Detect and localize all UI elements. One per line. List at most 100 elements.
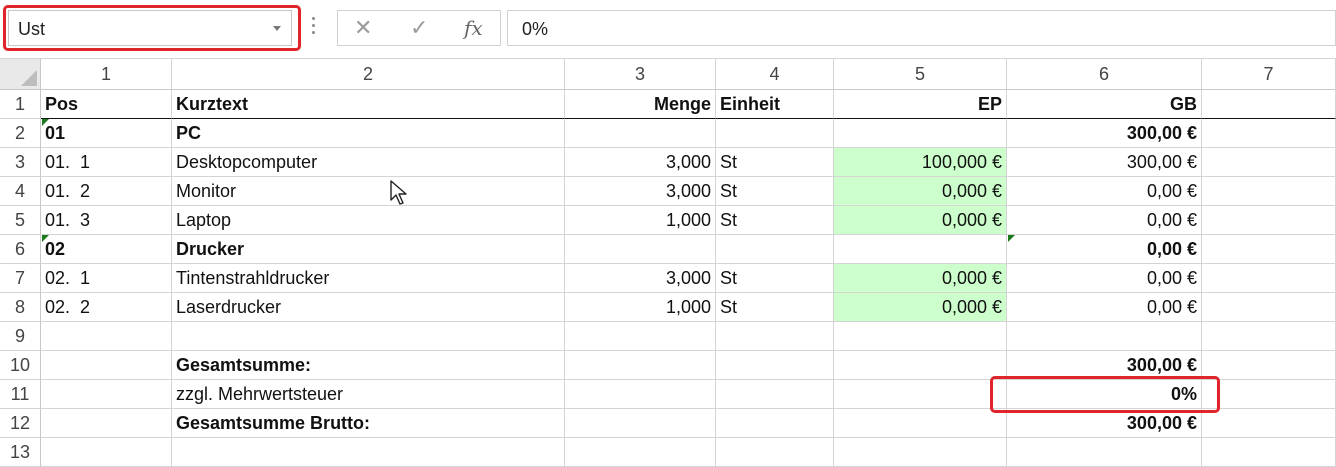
- cell-r9-c5[interactable]: [834, 322, 1007, 351]
- cell-r1-c5[interactable]: EP: [834, 90, 1007, 119]
- row-header-3[interactable]: 3: [0, 148, 41, 177]
- cell-r12-c6[interactable]: 300,00 €: [1007, 409, 1202, 438]
- cell-r5-c3[interactable]: 1,000: [565, 206, 716, 235]
- column-header-4[interactable]: 4: [716, 59, 834, 90]
- cell-r5-c4[interactable]: St: [716, 206, 834, 235]
- cell-r2-c3[interactable]: [565, 119, 716, 148]
- cell-r3-c4[interactable]: St: [716, 148, 834, 177]
- insert-function-icon[interactable]: fx: [464, 16, 483, 40]
- cell-r10-c1[interactable]: [41, 351, 172, 380]
- cell-r5-c6[interactable]: 0,00 €: [1007, 206, 1202, 235]
- name-box[interactable]: Ust: [8, 10, 292, 46]
- cell-r12-c2[interactable]: Gesamtsumme Brutto:: [172, 409, 565, 438]
- cell-r8-c6[interactable]: 0,00 €: [1007, 293, 1202, 322]
- cell-r4-c1[interactable]: 01. 2: [41, 177, 172, 206]
- row-header-10[interactable]: 10: [0, 351, 41, 380]
- cell-r12-c5[interactable]: [834, 409, 1007, 438]
- cell-r1-c6[interactable]: GB: [1007, 90, 1202, 119]
- cell-r4-c3[interactable]: 3,000: [565, 177, 716, 206]
- row-header-4[interactable]: 4: [0, 177, 41, 206]
- cell-r9-c7[interactable]: [1202, 322, 1336, 351]
- cell-r5-c2[interactable]: Laptop: [172, 206, 565, 235]
- row-header-1[interactable]: 1: [0, 90, 41, 119]
- row-header-11[interactable]: 11: [0, 380, 41, 409]
- row-header-9[interactable]: 9: [0, 322, 41, 351]
- cell-r6-c3[interactable]: [565, 235, 716, 264]
- cell-r11-c2[interactable]: zzgl. Mehrwertsteuer: [172, 380, 565, 409]
- cell-r11-c6[interactable]: 0%: [1007, 380, 1202, 409]
- cell-r3-c3[interactable]: 3,000: [565, 148, 716, 177]
- cell-r7-c5[interactable]: 0,000 €: [834, 264, 1007, 293]
- cell-r2-c5[interactable]: [834, 119, 1007, 148]
- cell-r6-c5[interactable]: [834, 235, 1007, 264]
- cell-r9-c3[interactable]: [565, 322, 716, 351]
- cell-r8-c4[interactable]: St: [716, 293, 834, 322]
- cell-r1-c4[interactable]: Einheit: [716, 90, 834, 119]
- cell-r4-c6[interactable]: 0,00 €: [1007, 177, 1202, 206]
- cell-r8-c3[interactable]: 1,000: [565, 293, 716, 322]
- cell-r4-c7[interactable]: [1202, 177, 1336, 206]
- cell-r12-c7[interactable]: [1202, 409, 1336, 438]
- cell-r8-c2[interactable]: Laserdrucker: [172, 293, 565, 322]
- cell-r3-c7[interactable]: [1202, 148, 1336, 177]
- cell-r7-c4[interactable]: St: [716, 264, 834, 293]
- cell-r9-c4[interactable]: [716, 322, 834, 351]
- cell-r2-c1[interactable]: 01: [41, 119, 172, 148]
- cell-r4-c2[interactable]: Monitor: [172, 177, 565, 206]
- row-header-6[interactable]: 6: [0, 235, 41, 264]
- cell-r13-c2[interactable]: [172, 438, 565, 467]
- cell-r12-c3[interactable]: [565, 409, 716, 438]
- cell-r7-c7[interactable]: [1202, 264, 1336, 293]
- cell-r6-c4[interactable]: [716, 235, 834, 264]
- cell-r2-c6[interactable]: 300,00 €: [1007, 119, 1202, 148]
- column-header-6[interactable]: 6: [1007, 59, 1202, 90]
- cell-r3-c6[interactable]: 300,00 €: [1007, 148, 1202, 177]
- cell-r10-c6[interactable]: 300,00 €: [1007, 351, 1202, 380]
- cell-r10-c5[interactable]: [834, 351, 1007, 380]
- cell-r2-c7[interactable]: [1202, 119, 1336, 148]
- cell-r11-c4[interactable]: [716, 380, 834, 409]
- cell-r13-c1[interactable]: [41, 438, 172, 467]
- cell-r8-c1[interactable]: 02. 2: [41, 293, 172, 322]
- cell-r11-c3[interactable]: [565, 380, 716, 409]
- cell-r1-c3[interactable]: Menge: [565, 90, 716, 119]
- cell-r5-c5[interactable]: 0,000 €: [834, 206, 1007, 235]
- column-header-2[interactable]: 2: [172, 59, 565, 90]
- cell-r7-c6[interactable]: 0,00 €: [1007, 264, 1202, 293]
- cell-r3-c5[interactable]: 100,000 €: [834, 148, 1007, 177]
- row-header-12[interactable]: 12: [0, 409, 41, 438]
- cell-r13-c4[interactable]: [716, 438, 834, 467]
- row-header-2[interactable]: 2: [0, 119, 41, 148]
- name-box-dropdown-icon[interactable]: [273, 26, 281, 31]
- cell-r7-c3[interactable]: 3,000: [565, 264, 716, 293]
- cell-r10-c4[interactable]: [716, 351, 834, 380]
- cell-r12-c4[interactable]: [716, 409, 834, 438]
- cell-r5-c7[interactable]: [1202, 206, 1336, 235]
- select-all-button[interactable]: [0, 59, 41, 90]
- cell-r9-c6[interactable]: [1007, 322, 1202, 351]
- cell-r9-c1[interactable]: [41, 322, 172, 351]
- cell-r4-c4[interactable]: St: [716, 177, 834, 206]
- column-header-3[interactable]: 3: [565, 59, 716, 90]
- cell-r11-c7[interactable]: [1202, 380, 1336, 409]
- cell-r11-c5[interactable]: [834, 380, 1007, 409]
- cell-r2-c2[interactable]: PC: [172, 119, 565, 148]
- column-header-1[interactable]: 1: [41, 59, 172, 90]
- row-header-8[interactable]: 8: [0, 293, 41, 322]
- cell-r2-c4[interactable]: [716, 119, 834, 148]
- cell-r8-c7[interactable]: [1202, 293, 1336, 322]
- formula-input[interactable]: 0%: [507, 10, 1336, 46]
- cell-r13-c7[interactable]: [1202, 438, 1336, 467]
- cancel-icon[interactable]: ✕: [354, 15, 372, 41]
- cell-r9-c2[interactable]: [172, 322, 565, 351]
- cell-r3-c2[interactable]: Desktopcomputer: [172, 148, 565, 177]
- row-header-7[interactable]: 7: [0, 264, 41, 293]
- column-header-7[interactable]: 7: [1202, 59, 1336, 90]
- cell-r4-c5[interactable]: 0,000 €: [834, 177, 1007, 206]
- cell-r5-c1[interactable]: 01. 3: [41, 206, 172, 235]
- cell-r6-c6[interactable]: 0,00 €: [1007, 235, 1202, 264]
- cell-r8-c5[interactable]: 0,000 €: [834, 293, 1007, 322]
- cell-r13-c5[interactable]: [834, 438, 1007, 467]
- cell-r6-c2[interactable]: Drucker: [172, 235, 565, 264]
- enter-icon[interactable]: ✓: [410, 15, 428, 41]
